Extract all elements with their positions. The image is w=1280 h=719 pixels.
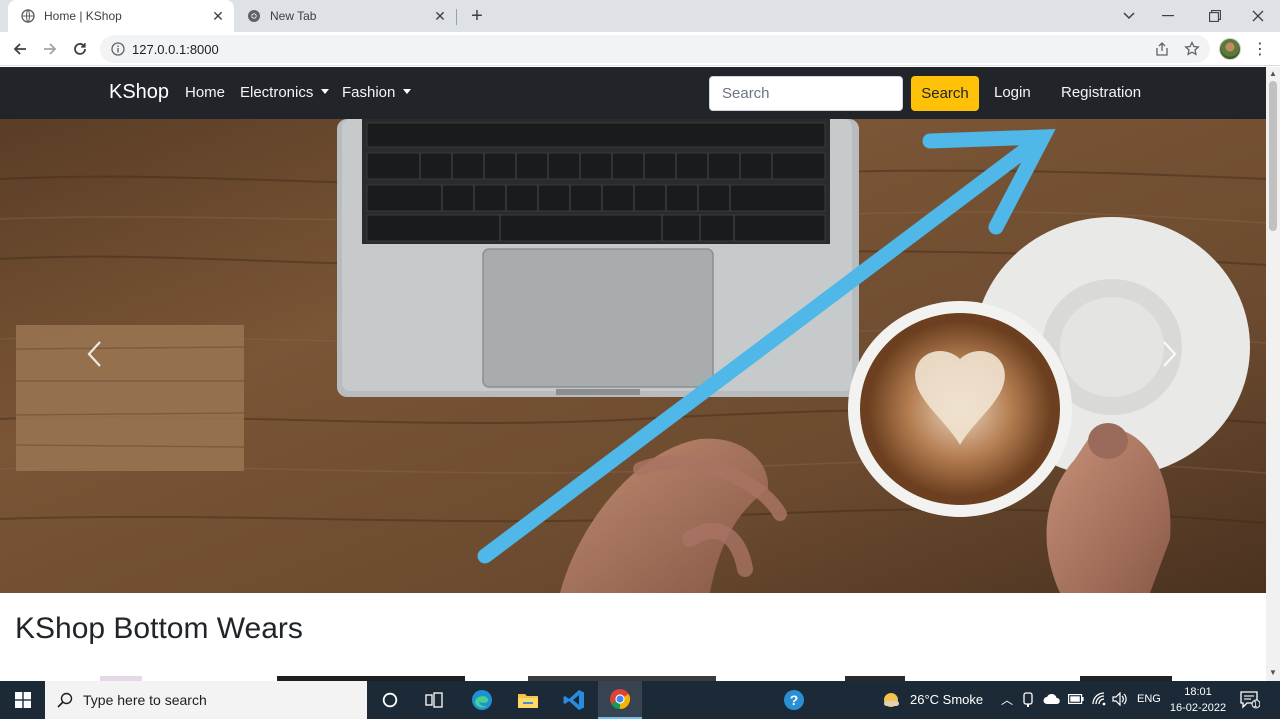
minimize-icon[interactable] xyxy=(1148,0,1188,32)
new-tab-button[interactable]: + xyxy=(466,5,488,27)
close-window-icon[interactable] xyxy=(1238,0,1278,32)
taskbar-clock[interactable]: 18:01 16-02-2022 xyxy=(1168,684,1228,716)
page-scrollbar[interactable]: ▲ ▼ xyxy=(1266,67,1280,681)
bookmark-star-icon[interactable] xyxy=(1180,37,1204,61)
hero-image xyxy=(0,119,1266,593)
carousel-prev-icon[interactable] xyxy=(74,329,114,379)
restore-icon[interactable] xyxy=(1195,0,1235,32)
edge-icon[interactable] xyxy=(460,681,504,719)
nav-registration[interactable]: Registration xyxy=(1061,84,1141,101)
notification-count: 1 xyxy=(1253,700,1258,709)
carousel-next-icon[interactable] xyxy=(1150,329,1190,379)
scrollbar-thumb[interactable] xyxy=(1269,81,1277,231)
close-tab-icon[interactable]: ✕ xyxy=(430,6,450,26)
section-title: KShop Bottom Wears xyxy=(15,612,303,645)
nav-login[interactable]: Login xyxy=(994,84,1031,101)
language-indicator[interactable]: ENG xyxy=(1137,693,1161,705)
forward-icon[interactable] xyxy=(38,37,62,61)
address-bar[interactable]: 127.0.0.1:8000 xyxy=(100,35,1210,63)
clock-time: 18:01 xyxy=(1184,686,1212,698)
site-search-button[interactable]: Search xyxy=(911,76,979,111)
battery-icon[interactable] xyxy=(1068,694,1084,704)
task-view-icon[interactable] xyxy=(412,681,456,719)
url-text: 127.0.0.1:8000 xyxy=(132,41,219,57)
close-tab-icon[interactable]: ✕ xyxy=(208,6,228,26)
caret-down-icon xyxy=(403,89,412,94)
nav-electronics-label: Electronics xyxy=(240,84,314,101)
vscode-icon[interactable] xyxy=(552,681,596,719)
page-viewport: KShop Home Electronics Fashion Search Lo… xyxy=(0,67,1266,681)
taskbar-search-box[interactable]: Type here to search xyxy=(45,681,367,719)
nav-electronics-dropdown[interactable]: Electronics xyxy=(240,84,330,101)
share-icon[interactable] xyxy=(1150,37,1174,61)
profile-avatar[interactable] xyxy=(1219,38,1241,60)
caret-down-icon xyxy=(321,89,330,94)
browser-toolbar: 127.0.0.1:8000 xyxy=(0,32,1280,66)
site-brand[interactable]: KShop xyxy=(109,81,169,104)
cortana-icon[interactable] xyxy=(368,681,412,719)
scroll-down-icon[interactable]: ▼ xyxy=(1269,669,1277,677)
onedrive-icon[interactable] xyxy=(1043,693,1061,705)
meet-now-icon[interactable] xyxy=(1022,692,1036,708)
file-explorer-icon[interactable] xyxy=(506,681,550,719)
hero-carousel xyxy=(0,119,1266,593)
svg-text:?: ? xyxy=(790,692,799,708)
nav-fashion-label: Fashion xyxy=(342,84,396,101)
weather-sun-icon[interactable] xyxy=(882,691,902,709)
tab-new-tab[interactable]: New Tab ✕ xyxy=(234,0,456,32)
scroll-up-icon[interactable]: ▲ xyxy=(1269,70,1277,78)
site-info-icon[interactable] xyxy=(104,42,132,56)
tab-title: New Tab xyxy=(270,9,317,23)
back-icon[interactable] xyxy=(8,37,32,61)
browser-menu-icon[interactable]: ⋮ xyxy=(1250,37,1270,61)
nav-home[interactable]: Home xyxy=(185,84,225,101)
clock-date: 16-02-2022 xyxy=(1169,702,1227,714)
site-search-input[interactable] xyxy=(709,76,903,111)
chrome-taskbar-icon[interactable] xyxy=(598,681,642,719)
show-hidden-icons-icon[interactable]: ︿ xyxy=(1001,691,1013,708)
help-icon[interactable]: ? xyxy=(772,681,816,719)
wifi-icon[interactable] xyxy=(1092,692,1108,706)
globe-icon xyxy=(20,8,36,24)
chrome-icon xyxy=(246,8,262,24)
reload-icon[interactable] xyxy=(68,37,92,61)
site-navbar: KShop Home Electronics Fashion Search Lo… xyxy=(0,67,1266,119)
tab-home-kshop[interactable]: Home | KShop ✕ xyxy=(8,0,234,32)
windows-start-icon[interactable] xyxy=(0,681,45,719)
tab-strip: Home | KShop ✕ New Tab ✕ + xyxy=(0,0,1280,32)
taskbar-search-placeholder: Type here to search xyxy=(83,692,207,708)
tab-divider xyxy=(456,9,457,25)
weather-text[interactable]: 26°C Smoke xyxy=(910,692,983,707)
tab-title: Home | KShop xyxy=(44,9,122,23)
search-icon xyxy=(57,692,73,708)
volume-icon[interactable] xyxy=(1112,692,1128,706)
nav-fashion-dropdown[interactable]: Fashion xyxy=(342,84,412,101)
windows-taskbar: Type here to search ? 26°C Smoke ︿ ENG 1… xyxy=(0,681,1280,719)
tab-search-icon[interactable] xyxy=(1109,0,1149,32)
